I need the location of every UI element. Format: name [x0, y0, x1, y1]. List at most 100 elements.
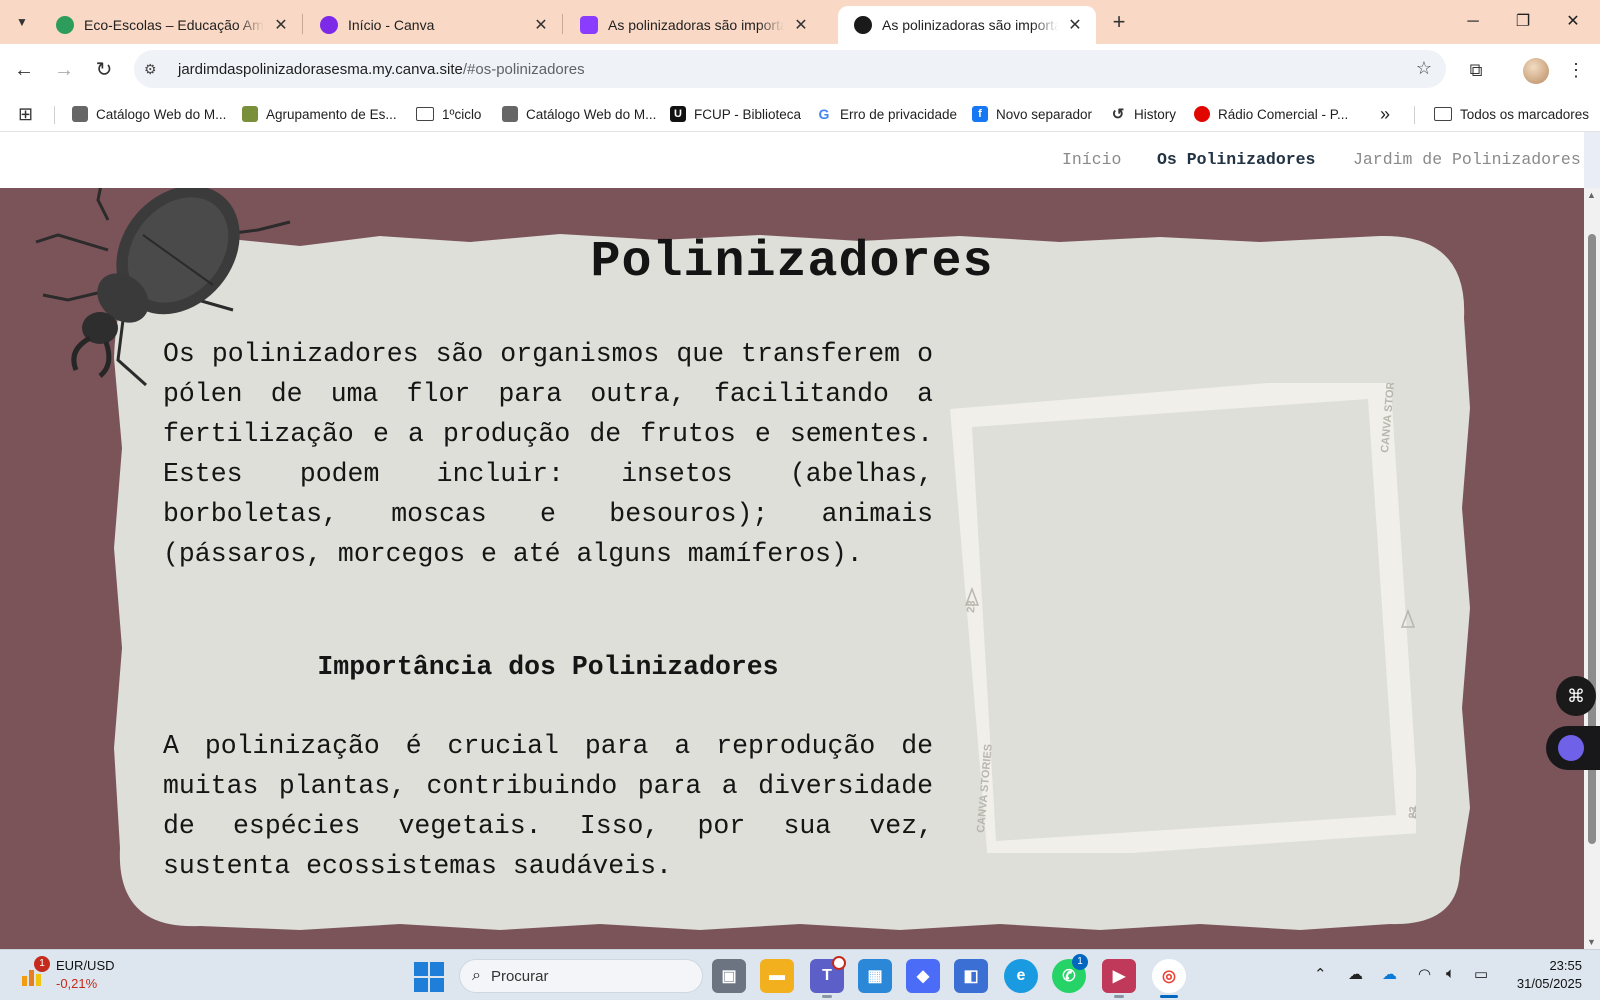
bookmark-erro-privacidade[interactable]: G Erro de privacidade	[816, 103, 957, 125]
bookmark-star-icon[interactable]: ☆	[1416, 58, 1432, 79]
tab-title: As polinizadoras são importantes	[882, 17, 1058, 33]
bookmark-history[interactable]: ↺ History	[1110, 103, 1176, 125]
bookmark-radio-comercial[interactable]: Rádio Comercial - P...	[1194, 103, 1348, 125]
agrupamento-favicon-icon	[242, 106, 258, 122]
widget-badge: 1	[34, 956, 50, 972]
url-text[interactable]: jardimdaspolinizadorasesma.my.canva.site…	[178, 61, 585, 78]
tray-overflow-chevron-up-icon[interactable]: ⌃	[1314, 965, 1327, 983]
scroll-down-arrow-icon[interactable]: ▼	[1587, 937, 1596, 947]
bookmark-label: Rádio Comercial - P...	[1218, 106, 1349, 122]
tab-close-icon[interactable]: ✕	[1066, 15, 1084, 35]
task-view-icon[interactable]: ▣	[712, 959, 746, 993]
bookmark-catalogo-2[interactable]: Catálogo Web do M...	[502, 103, 656, 125]
page-scrollbar[interactable]: ▲ ▼	[1584, 188, 1600, 949]
browser-tab-canva-home[interactable]: Início - Canva ✕	[304, 6, 562, 44]
url-path: /#os-polinizadores	[462, 60, 585, 78]
browser-tab-canva-design[interactable]: As polinizadoras são importantes ✕	[564, 6, 822, 44]
battery-icon[interactable]: ▭	[1474, 965, 1488, 983]
tab-title: Eco-Escolas – Educação Ambiental	[84, 17, 264, 33]
eco-escolas-favicon-icon	[56, 16, 74, 34]
nav-link-os-polinizadores[interactable]: Os Polinizadores	[1157, 150, 1315, 169]
whatsapp-badge: 1	[1072, 954, 1088, 970]
address-bar[interactable]: ⚙ jardimdaspolinizadorasesma.my.canva.si…	[134, 50, 1446, 88]
intro-paragraph: Os polinizadores são organismos que tran…	[163, 339, 933, 569]
bookmark-agrupamento[interactable]: Agrupamento de Es...	[242, 103, 397, 125]
floating-assistant-button[interactable]	[1546, 726, 1600, 770]
google-g-icon: G	[816, 106, 832, 122]
bookmark-label: History	[1134, 106, 1177, 122]
bookmarks-separator	[1414, 106, 1415, 124]
windows-start-icon[interactable]	[414, 962, 444, 992]
canva-design-favicon-icon	[580, 16, 598, 34]
clock-time: 23:55	[1549, 958, 1582, 973]
edge-browser-icon[interactable]: e	[1004, 959, 1038, 993]
onedrive-offline-icon[interactable]: ☁	[1348, 965, 1363, 983]
restore-icon[interactable]: ❐	[1500, 8, 1546, 36]
apps-grid-icon[interactable]: ⊞	[18, 103, 33, 125]
bookmark-label: Todos os marcadores	[1460, 106, 1590, 122]
facebook-icon: f	[972, 106, 988, 122]
browser-tab-eco-escolas[interactable]: Eco-Escolas – Educação Ambiental ✕	[40, 6, 302, 44]
bookmark-label: Catálogo Web do M...	[526, 106, 657, 122]
widget-currency-pair[interactable]: EUR/USD	[56, 958, 115, 973]
bookmark-fcup[interactable]: U FCUP - Biblioteca	[670, 103, 801, 125]
url-host: jardimdaspolinizadorasesma.my.canva.site	[178, 60, 463, 78]
search-placeholder: Procurar	[490, 967, 549, 985]
scroll-up-arrow-icon[interactable]: ▲	[1587, 190, 1596, 200]
bookmark-catalogo-1[interactable]: Catálogo Web do M...	[72, 103, 226, 125]
profile-avatar[interactable]	[1522, 56, 1550, 85]
catalogo-favicon-icon	[72, 106, 88, 122]
floating-grid-menu-icon[interactable]: ⌘	[1556, 676, 1596, 716]
bookmark-novo-separador[interactable]: f Novo separador	[972, 103, 1092, 125]
extensions-puzzle-icon[interactable]: ⧉	[1462, 56, 1490, 84]
chrome-icon[interactable]: ◎	[1152, 959, 1186, 998]
onedrive-icon[interactable]: ☁	[1382, 965, 1397, 983]
copilot-icon[interactable]: ◆	[906, 959, 940, 993]
microsoft-store-icon[interactable]: ▦	[858, 959, 892, 993]
canva-favicon-icon	[320, 16, 338, 34]
wifi-icon[interactable]: ◠	[1418, 965, 1431, 983]
browser-tab-active-site[interactable]: As polinizadoras são importantes ✕	[838, 6, 1096, 44]
canva-site-favicon-icon	[854, 16, 872, 34]
bookmarks-bar: ⊞ Catálogo Web do M... Agrupamento de Es…	[0, 96, 1600, 132]
bookmarks-overflow-icon[interactable]: »	[1380, 103, 1390, 125]
windows-taskbar: 1 EUR/USD -0,21% ⌕ Procurar ▣ ▬ T ▦ ◆ ◧ …	[0, 949, 1600, 1000]
site-info-icon[interactable]: ⚙	[144, 61, 166, 78]
search-icon: ⌕	[472, 967, 481, 984]
remote-desktop-icon[interactable]: ◧	[954, 959, 988, 993]
tab-close-icon[interactable]: ✕	[532, 15, 550, 35]
avatar	[1523, 58, 1549, 85]
bookmark-label: FCUP - Biblioteca	[694, 106, 802, 122]
canva-app-icon[interactable]: ▶	[1102, 959, 1136, 998]
new-tab-plus-icon[interactable]: +	[1106, 10, 1132, 36]
assistant-bot-icon	[1558, 735, 1584, 761]
browser-menu-icon[interactable]: ⋮	[1562, 56, 1590, 84]
file-explorer-icon[interactable]: ▬	[760, 959, 794, 993]
section-heading: Importância dos Polinizadores	[317, 652, 779, 682]
bookmark-label: Novo separador	[996, 106, 1093, 122]
fcup-favicon-icon: U	[670, 106, 686, 122]
bookmark-label: Erro de privacidade	[840, 106, 958, 122]
page-title: Polinizadores	[590, 234, 994, 291]
taskbar-clock[interactable]: 23:55 31/05/2025	[1517, 957, 1582, 993]
tab-title: As polinizadoras são importantes	[608, 17, 784, 33]
tab-separator	[302, 14, 303, 34]
forward-arrow-icon[interactable]: →	[50, 56, 78, 84]
folder-icon	[416, 107, 434, 121]
clock-date: 31/05/2025	[1516, 976, 1582, 991]
importance-paragraph: A polinização é crucial para a reproduçã…	[163, 731, 933, 881]
volume-icon[interactable]: 🔈︎	[1446, 965, 1455, 982]
all-bookmarks-folder[interactable]: Todos os marcadores	[1434, 103, 1589, 125]
window-close-icon[interactable]: ✕	[1550, 8, 1596, 36]
nav-link-inicio[interactable]: Início	[1062, 150, 1121, 169]
tab-search-chevron-down-icon[interactable]: ▼	[8, 8, 36, 36]
taskbar-search-box[interactable]: ⌕ Procurar	[459, 959, 703, 993]
widget-currency-change[interactable]: -0,21%	[56, 976, 97, 991]
reload-icon[interactable]: ↻	[90, 56, 118, 84]
bookmark-folder-1ciclo[interactable]: 1ºciclo	[416, 103, 481, 125]
nav-link-jardim[interactable]: Jardim de Polinizadores	[1353, 150, 1581, 169]
back-arrow-icon[interactable]: ←	[10, 56, 38, 84]
minimize-icon[interactable]: ─	[1450, 8, 1496, 36]
tab-close-icon[interactable]: ✕	[272, 15, 290, 35]
tab-close-icon[interactable]: ✕	[792, 15, 810, 35]
